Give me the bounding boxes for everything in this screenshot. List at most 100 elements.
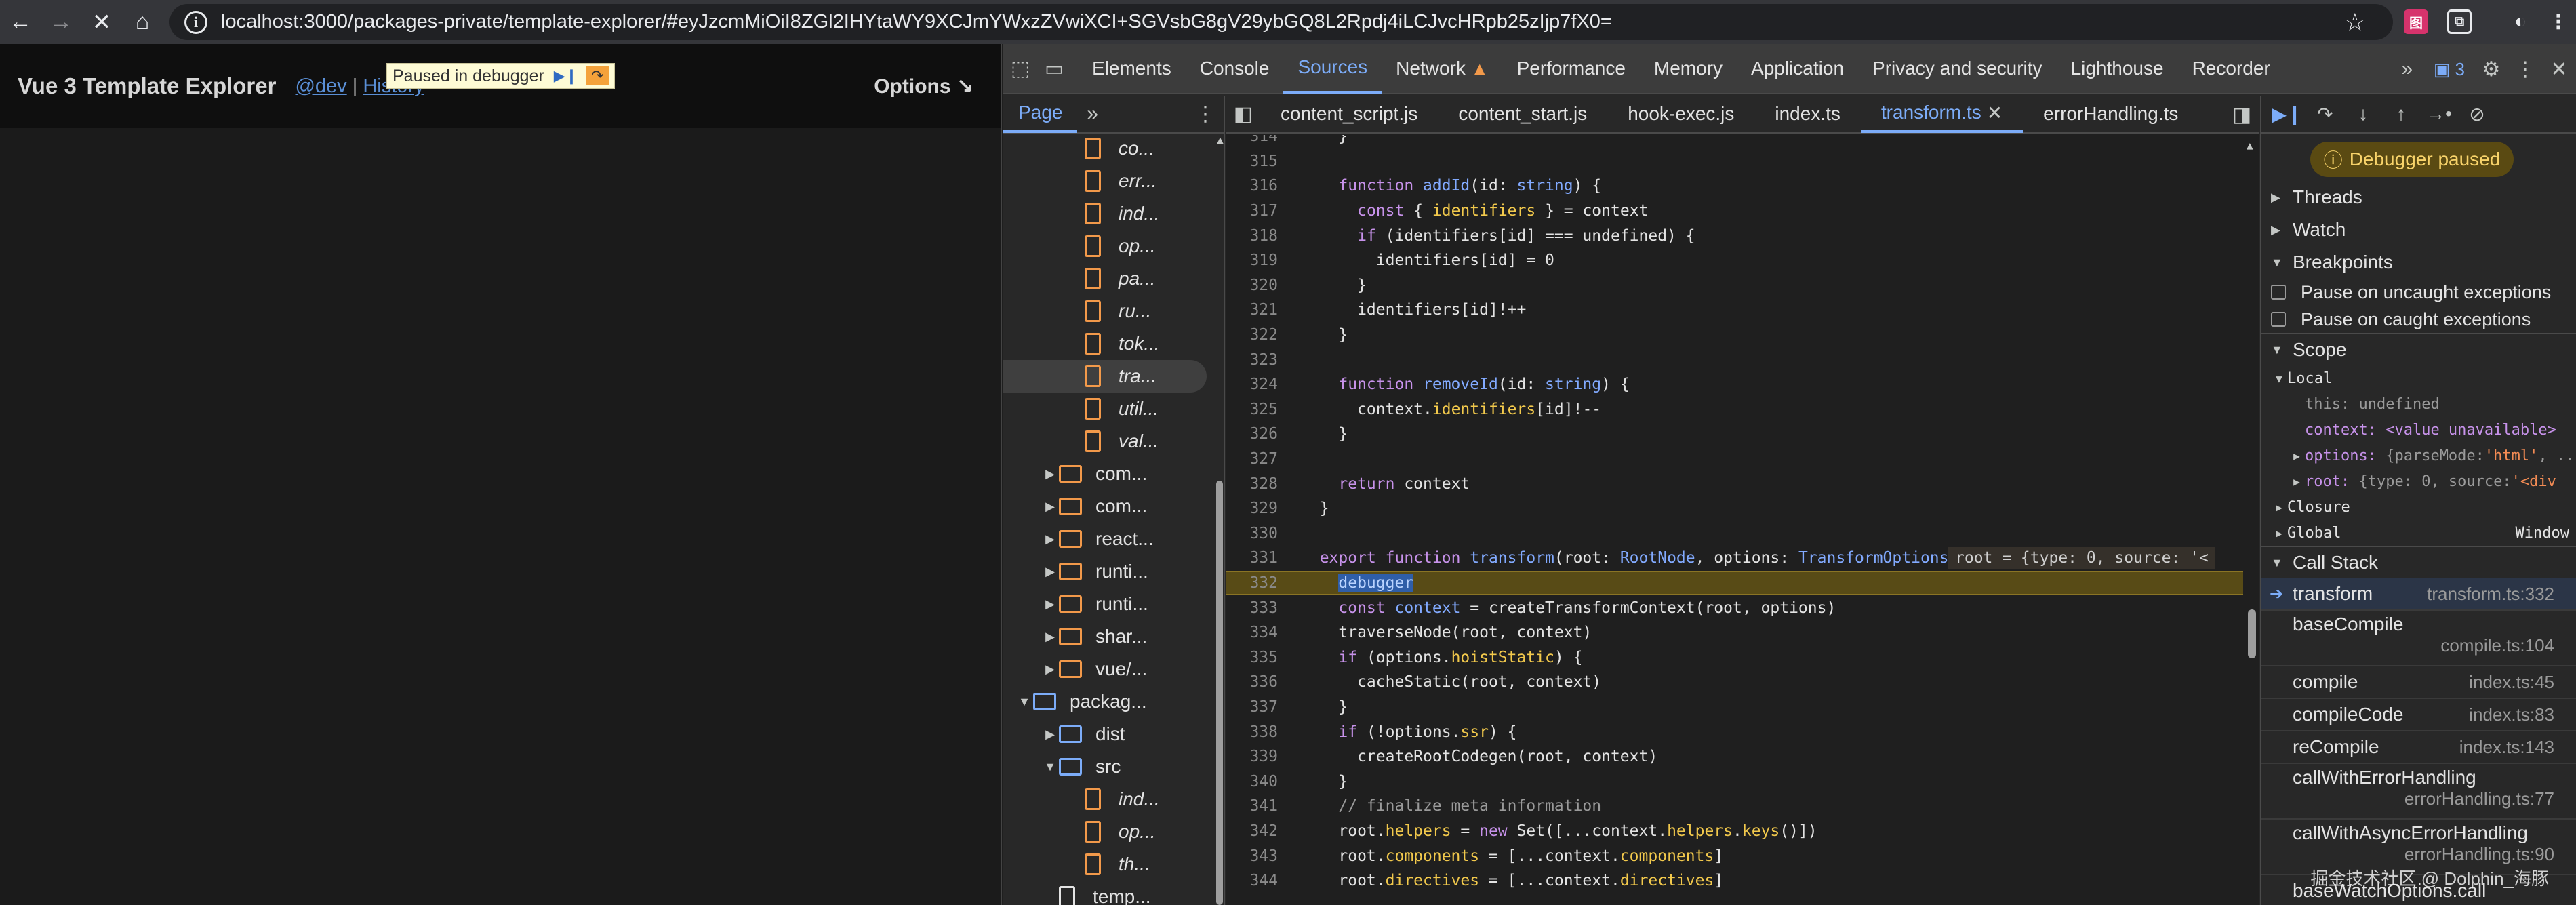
resume-icon[interactable]: ▶❙ (2268, 96, 2306, 133)
tree-folder[interactable]: ▶ vue/... (1003, 653, 1207, 685)
line-number[interactable]: 333 (1226, 599, 1301, 617)
code-line[interactable]: 319 identifiers[id] = 0 (1226, 248, 2243, 273)
line-number[interactable]: 343 (1226, 847, 1301, 865)
pause-uncaught-row[interactable]: Pause on uncaught exceptions (2261, 279, 2576, 306)
line-number[interactable]: 326 (1226, 425, 1301, 443)
line-number[interactable]: 315 (1226, 153, 1301, 170)
code-line[interactable]: 340 } (1226, 769, 2243, 795)
line-number[interactable]: 318 (1226, 227, 1301, 245)
code-line[interactable]: 338 if (!options. ssr) { (1226, 719, 2243, 744)
tree-file[interactable]: ru... (1003, 295, 1207, 327)
resume-icon[interactable]: ▶❙ (554, 67, 578, 85)
device-toolbar-icon[interactable]: ▭ (1037, 43, 1071, 94)
address-bar[interactable]: i localhost:3000/packages-private/templa… (169, 4, 2393, 40)
code-line[interactable]: 328 return context (1226, 471, 2243, 496)
tree-file[interactable]: util... (1003, 393, 1207, 425)
scope-var-options[interactable]: ▶ options: {parseMode: 'html', ... (2261, 443, 2576, 468)
editor-tab-transform-ts[interactable]: transform.ts ✕ (1860, 95, 2024, 133)
line-number[interactable]: 341 (1226, 797, 1301, 815)
code-line[interactable]: 314 } (1226, 135, 2243, 149)
expand-icon[interactable]: ▶ (1041, 532, 1059, 546)
navigator-menu-icon[interactable]: ⋮ (1195, 102, 1215, 126)
line-number[interactable]: 324 (1226, 376, 1301, 393)
code-line[interactable]: 329 } (1226, 496, 2243, 521)
code-line[interactable]: 342 root. helpers = new Set([...context. h… (1226, 819, 2243, 844)
tab-performance[interactable]: Performance (1503, 43, 1640, 94)
tree-folder[interactable]: ▶ com... (1003, 458, 1207, 490)
expand-icon[interactable]: ▶ (1041, 565, 1059, 579)
editor-tab-content-start-js[interactable]: content_start.js (1438, 95, 1607, 133)
collapse-icon[interactable]: ▼ (1015, 695, 1033, 709)
deactivate-breakpoints-icon[interactable]: ⊘ (2458, 96, 2496, 133)
tab-recorder[interactable]: Recorder (2178, 43, 2285, 94)
line-number[interactable]: 327 (1226, 450, 1301, 468)
expand-icon[interactable]: ▶ (1041, 727, 1059, 742)
code-line[interactable]: 336 cacheStatic(root, context) (1226, 670, 2243, 695)
code-line[interactable]: 321 identifiers[id]!++ (1226, 298, 2243, 323)
tree-file[interactable]: op... (1003, 816, 1207, 848)
line-number[interactable]: 334 (1226, 624, 1301, 641)
tree-file[interactable]: co... (1003, 135, 1207, 165)
line-number[interactable]: 331 (1226, 549, 1301, 567)
tree-folder[interactable]: ▶ com... (1003, 490, 1207, 523)
navigator-scrollbar[interactable]: ▲ (1215, 135, 1226, 905)
tree-folder[interactable]: ▶ runti... (1003, 588, 1207, 620)
home-icon[interactable]: ⌂ (122, 0, 163, 44)
call-frame[interactable]: ➔ transform transform.ts:332 (2261, 578, 2576, 611)
code-line[interactable]: 316 function addId (id: string) { (1226, 174, 2243, 199)
line-number[interactable]: 323 (1226, 351, 1301, 369)
options-toggle[interactable]: Options ↘ (874, 75, 973, 98)
code-line[interactable]: 318 if (identifiers[id] === undefined) { (1226, 223, 2243, 248)
line-number[interactable]: 317 (1226, 202, 1301, 220)
pause-caught-checkbox[interactable] (2271, 312, 2286, 327)
forward-icon[interactable]: → (41, 0, 81, 44)
tree-folder[interactable]: ▶ react... (1003, 523, 1207, 555)
code-line[interactable]: 334 traverseNode(root, context) (1226, 620, 2243, 645)
more-navigators-icon[interactable]: » (1087, 102, 1098, 125)
tree-folder[interactable]: ▶ shar... (1003, 620, 1207, 653)
tab-privacy-and-security[interactable]: Privacy and security (1858, 43, 2057, 94)
tab-lighthouse[interactable]: Lighthouse (2057, 43, 2178, 94)
code-line[interactable]: 323 (1226, 347, 2243, 372)
issues-badge[interactable]: ▣ 3 (2424, 59, 2474, 80)
code-area[interactable]: 314 } 315 316 function addId (id: string) {… (1226, 135, 2259, 905)
editor-tab-content-script-js[interactable]: content_script.js (1260, 95, 1438, 133)
tree-file[interactable]: temp... (1003, 881, 1207, 905)
code-line[interactable]: 339 createRootCodegen(root, context) (1226, 744, 2243, 769)
tree-folder[interactable]: ▼ src (1003, 750, 1207, 783)
line-number[interactable]: 320 (1226, 277, 1301, 294)
toggle-debugger-icon[interactable]: ◨ (2225, 96, 2259, 134)
code-line[interactable]: 344 root. directives = [...context. direct… (1226, 868, 2243, 893)
line-number[interactable]: 329 (1226, 500, 1301, 517)
paused-code-line[interactable]: 332 debugger (1226, 570, 2243, 596)
step-into-icon[interactable]: ↓ (2344, 96, 2382, 133)
code-line[interactable]: 322 } (1226, 323, 2243, 348)
line-number[interactable]: 325 (1226, 401, 1301, 418)
expand-icon[interactable]: ▶ (1041, 630, 1059, 644)
tree-file[interactable]: th... (1003, 848, 1207, 881)
call-frame[interactable]: reCompile index.ts:143 (2261, 731, 2576, 764)
tree-file[interactable]: tra... (1003, 360, 1207, 393)
step-over-icon[interactable]: ↷ (586, 66, 609, 85)
scope-var-this[interactable]: this: undefined (2261, 391, 2576, 417)
line-number[interactable]: 340 (1226, 773, 1301, 790)
code-line[interactable]: 337 } (1226, 695, 2243, 720)
code-line[interactable]: 320 } (1226, 273, 2243, 298)
bookmark-star-icon[interactable]: ☆ (2344, 8, 2366, 37)
tree-file[interactable]: op... (1003, 230, 1207, 262)
scope-global[interactable]: ▶ Global Window (2261, 520, 2576, 546)
line-number[interactable]: 316 (1226, 177, 1301, 195)
tree-folder[interactable]: ▶ dist (1003, 718, 1207, 750)
extension-icon[interactable]: 图 (2404, 9, 2428, 34)
line-number[interactable]: 328 (1226, 475, 1301, 493)
toggle-navigator-icon[interactable]: ◧ (1226, 95, 1260, 133)
line-number[interactable]: 344 (1226, 872, 1301, 889)
site-info-icon[interactable]: i (184, 10, 207, 34)
tab-memory[interactable]: Memory (1640, 43, 1737, 94)
devtools-menu-icon[interactable]: ⋮ (2508, 44, 2542, 94)
tab-page[interactable]: Page (1003, 95, 1078, 133)
inspect-element-icon[interactable]: ⬚ (1003, 43, 1037, 94)
scope-section[interactable]: ▼ Scope (2261, 333, 2576, 365)
tab-console[interactable]: Console (1186, 43, 1284, 94)
code-line[interactable]: 324 function removeId (id: string) { (1226, 372, 2243, 397)
